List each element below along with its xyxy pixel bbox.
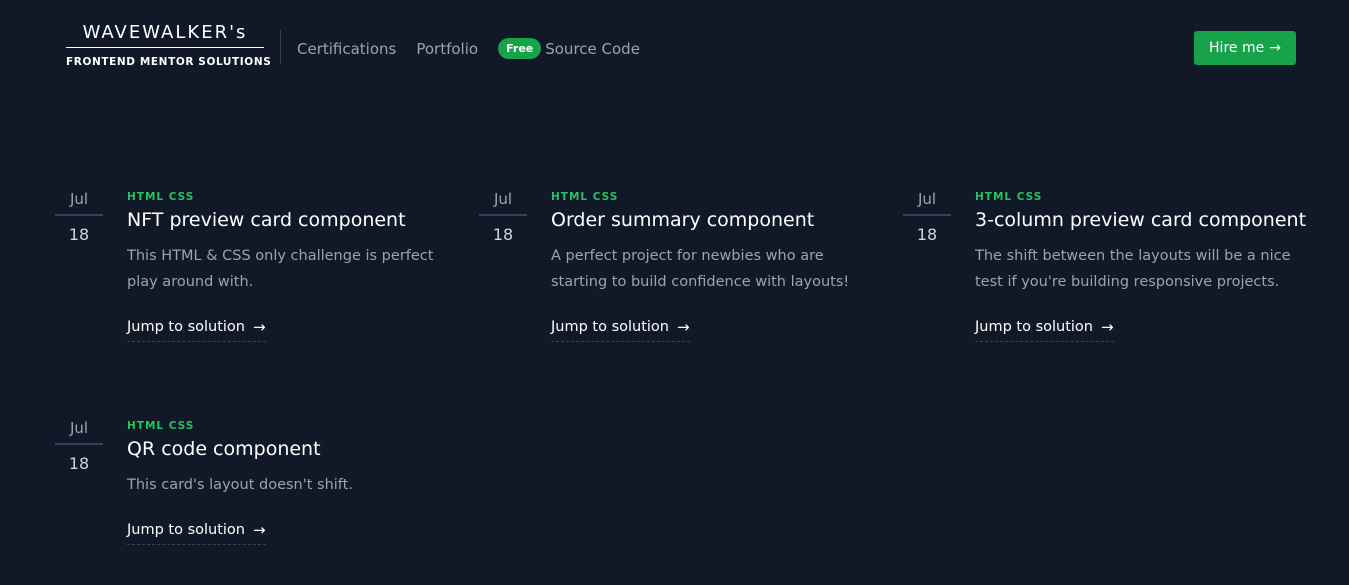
post-content: HTML CSS NFT preview card component This… (127, 190, 457, 342)
arrow-right-icon: → (1269, 40, 1281, 56)
nav-link-portfolio[interactable]: Portfolio (416, 40, 478, 58)
post-tags: HTML CSS (127, 191, 195, 203)
nav-link-source-code[interactable]: Free Source Code (498, 38, 640, 59)
post-title: 3-column preview card component (975, 209, 1307, 231)
site-header: WAVEWALKER's FRONTEND MENTOR SOLUTIONS C… (54, 18, 1296, 78)
jump-to-solution-link[interactable]: Jump to solution → (551, 318, 690, 342)
post-date: Jul 18 (903, 190, 951, 244)
post-day: 18 (68, 225, 90, 244)
jump-label: Jump to solution (127, 319, 245, 335)
post-description: This HTML & CSS only challenge is perfec… (127, 248, 434, 290)
brand-title: WAVEWALKER's (66, 22, 264, 48)
arrow-right-icon: → (677, 318, 690, 336)
hire-me-button[interactable]: Hire me → (1194, 31, 1296, 65)
post-title: Order summary component (551, 209, 815, 231)
post-content: HTML CSS 3-column preview card component… (975, 190, 1315, 342)
post-content: HTML CSS QR code component This card's l… (127, 419, 457, 545)
post-title: NFT preview card component (127, 209, 406, 231)
post-month: Jul (903, 190, 951, 216)
page: WAVEWALKER's FRONTEND MENTOR SOLUTIONS C… (0, 0, 1349, 585)
arrow-right-icon: → (253, 318, 266, 336)
post-tags: HTML CSS (127, 420, 195, 432)
post-date: Jul 18 (55, 190, 103, 244)
post-content: HTML CSS Order summary component A perfe… (551, 190, 881, 342)
post-month: Jul (55, 190, 103, 216)
post-month: Jul (55, 419, 103, 445)
post-description: The shift between the layouts will be a … (975, 248, 1291, 290)
post-day: 18 (916, 225, 938, 244)
hire-me-label: Hire me (1209, 40, 1265, 56)
arrow-right-icon: → (1101, 318, 1114, 336)
post-title: QR code component (127, 438, 321, 460)
jump-label: Jump to solution (127, 522, 245, 538)
main-nav: Certifications Portfolio Free Source Cod… (297, 38, 640, 59)
post-tags: HTML CSS (551, 191, 619, 203)
post-day: 18 (492, 225, 514, 244)
brand-subtitle: FRONTEND MENTOR SOLUTIONS (66, 56, 272, 68)
free-badge: Free (498, 38, 542, 59)
arrow-right-icon: → (253, 521, 266, 539)
post-date: Jul 18 (479, 190, 527, 244)
header-divider (280, 30, 281, 64)
post-day: 18 (68, 454, 90, 473)
post-description: A perfect project for newbies who are st… (551, 248, 850, 290)
nav-link-certifications[interactable]: Certifications (297, 40, 396, 58)
post-description: This card's layout doesn't shift. (127, 477, 353, 493)
jump-label: Jump to solution (975, 319, 1093, 335)
brand-logo[interactable]: WAVEWALKER's FRONTEND MENTOR SOLUTIONS (66, 22, 272, 68)
jump-to-solution-link[interactable]: Jump to solution → (127, 521, 266, 545)
post-tags: HTML CSS (975, 191, 1043, 203)
source-code-label: Source Code (545, 39, 640, 58)
post-date: Jul 18 (55, 419, 103, 473)
jump-label: Jump to solution (551, 319, 669, 335)
post-month: Jul (479, 190, 527, 216)
jump-to-solution-link[interactable]: Jump to solution → (975, 318, 1114, 342)
jump-to-solution-link[interactable]: Jump to solution → (127, 318, 266, 342)
